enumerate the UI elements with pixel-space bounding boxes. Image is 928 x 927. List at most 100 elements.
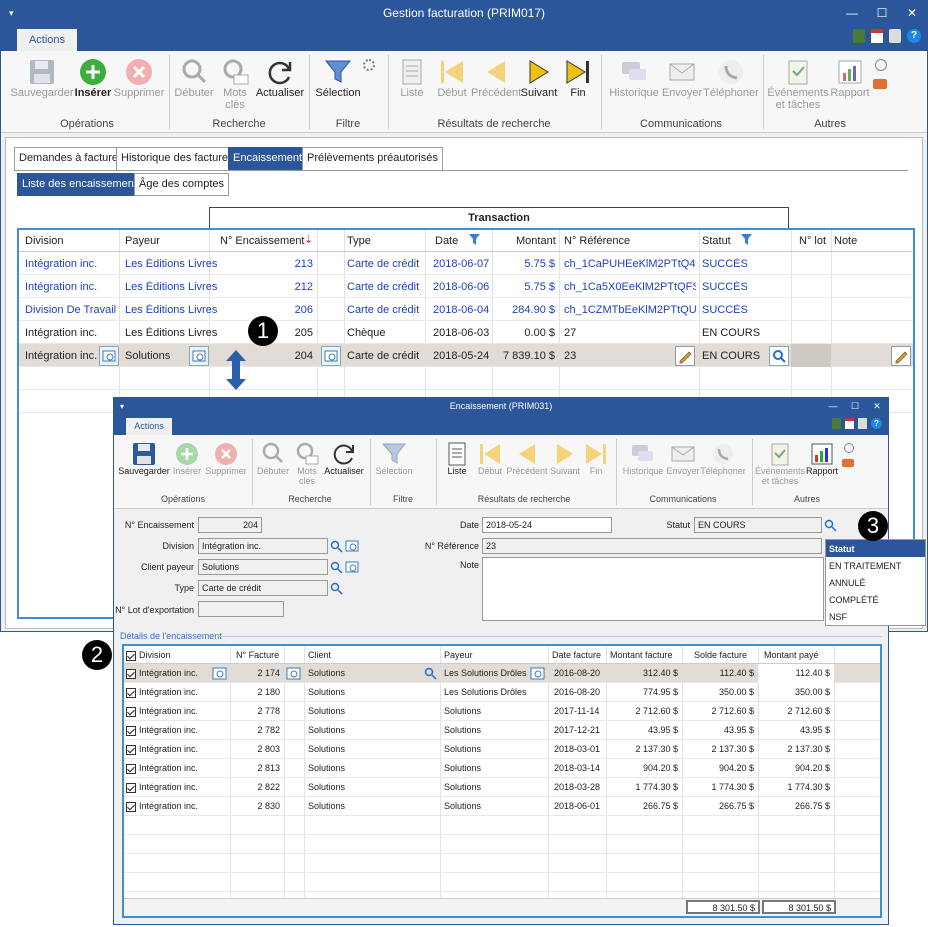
app-menu-icon[interactable]: ▾ xyxy=(120,398,124,415)
status-dropdown[interactable]: Statut EN TRAITEMENT ANNULÉ COMPLÉTÉ NSF xyxy=(825,539,926,626)
note-field[interactable] xyxy=(482,557,824,621)
insert-button[interactable]: Insérer xyxy=(73,57,113,99)
filter-icon[interactable] xyxy=(469,234,480,245)
list-button[interactable]: Liste xyxy=(393,57,431,99)
col-header-note[interactable]: Note xyxy=(834,235,857,247)
calendar-icon[interactable] xyxy=(845,418,854,429)
filter-settings-icon[interactable] xyxy=(363,59,375,71)
col-header-date[interactable]: Date xyxy=(435,235,458,247)
delete-button[interactable]: Supprimer xyxy=(113,57,165,99)
tab-actions[interactable]: Actions xyxy=(17,29,77,51)
subtab-payments-list[interactable]: Liste des encaissements xyxy=(17,173,148,196)
col-header-reference[interactable]: N° Référence xyxy=(564,235,630,247)
insert-button[interactable]: Insérer xyxy=(170,441,204,477)
lookup-icon[interactable] xyxy=(530,666,545,681)
refresh-button[interactable]: Actualiser xyxy=(255,57,305,99)
row-checkbox[interactable] xyxy=(126,744,136,755)
phone-button[interactable]: Téléphoner xyxy=(698,441,748,477)
status-search-button[interactable] xyxy=(769,346,789,366)
print-icon[interactable] xyxy=(873,79,887,89)
keywords-button[interactable]: Mots clés xyxy=(217,57,253,111)
dropdown-option[interactable]: EN TRAITEMENT xyxy=(826,557,925,574)
previous-button[interactable]: Précédent xyxy=(471,57,521,99)
status-field[interactable]: EN COURS xyxy=(694,517,822,533)
minimize-icon[interactable]: — xyxy=(822,398,844,415)
save-button[interactable]: Sauvegarder xyxy=(118,441,170,477)
col-header-invoice-number[interactable]: N° Facture xyxy=(236,650,279,660)
search-icon[interactable] xyxy=(330,582,343,595)
edit-reference-button[interactable] xyxy=(675,346,695,366)
next-button[interactable]: Suivant xyxy=(519,57,559,99)
cell-invoice-amount[interactable]: 312.40 $ xyxy=(608,668,678,678)
dropdown-option[interactable]: COMPLÉTÉ xyxy=(826,591,925,608)
maximize-icon[interactable]: ☐ xyxy=(867,1,897,25)
col-header-status[interactable]: Statut xyxy=(702,235,731,247)
tab-payments[interactable]: Encaissements xyxy=(228,147,313,171)
col-header-payment-number[interactable]: N° Encaissement xyxy=(220,235,305,247)
selection-button[interactable]: Sélection xyxy=(313,57,363,99)
row-checkbox[interactable] xyxy=(126,706,136,717)
start-search-button[interactable]: Débuter xyxy=(254,441,292,477)
division-field[interactable]: Intégration inc. xyxy=(198,538,328,554)
history-clock-icon[interactable] xyxy=(844,443,854,453)
col-header-division[interactable]: Division xyxy=(25,235,64,247)
selection-button[interactable]: Sélection xyxy=(372,441,416,477)
col-header-invoice-amount[interactable]: Montant facture xyxy=(610,650,673,660)
events-tasks-button[interactable]: Événements et tâches xyxy=(767,57,829,111)
col-header-invoice-date[interactable]: Date facture xyxy=(552,650,601,660)
search-icon[interactable] xyxy=(424,667,437,680)
payer-lookup-button[interactable] xyxy=(189,346,209,366)
col-header-payer[interactable]: Payeur xyxy=(444,650,473,660)
col-header-division[interactable]: Division xyxy=(126,650,171,661)
date-field[interactable]: 2018-05-24 xyxy=(482,517,612,533)
cell-reference[interactable]: 23 xyxy=(564,350,576,362)
cell-payer[interactable]: Les Solutions Drôles xyxy=(444,668,527,678)
search-icon[interactable] xyxy=(330,561,343,574)
cell-payer[interactable]: Solutions xyxy=(125,350,170,362)
invoice-details-grid[interactable]: Division N° Facture Client Payeur Date f… xyxy=(122,644,882,918)
cell-invoice-date[interactable]: 2016-08-20 xyxy=(554,668,600,678)
cell-type[interactable]: Carte de crédit xyxy=(347,350,419,362)
keywords-button[interactable]: Mots clés xyxy=(292,441,322,487)
lock-icon[interactable] xyxy=(858,418,867,429)
calculator-icon[interactable] xyxy=(853,29,865,43)
export-lot-field[interactable] xyxy=(198,601,284,617)
type-lookup-button[interactable] xyxy=(321,346,341,366)
tab-preauthorized[interactable]: Prélèvements préautorisés xyxy=(302,147,443,171)
first-button[interactable]: Début xyxy=(433,57,471,99)
reference-field[interactable]: 23 xyxy=(482,538,822,554)
start-search-button[interactable]: Débuter xyxy=(173,57,215,99)
row-checkbox[interactable] xyxy=(126,763,136,774)
minimize-icon[interactable]: — xyxy=(837,1,867,25)
row-checkbox[interactable] xyxy=(126,725,136,736)
history-button[interactable]: Historique xyxy=(607,57,661,99)
app-menu-icon[interactable]: ▾ xyxy=(9,1,14,25)
cell-invoice-balance[interactable]: 112.40 $ xyxy=(684,668,754,678)
filter-icon[interactable] xyxy=(741,234,752,245)
dropdown-option[interactable]: ANNULÉ xyxy=(826,574,925,591)
close-icon[interactable]: ✕ xyxy=(897,1,927,25)
cell-client[interactable]: Solutions xyxy=(308,668,345,678)
row-checkbox[interactable] xyxy=(126,782,136,793)
row-checkbox[interactable] xyxy=(126,687,136,698)
history-button[interactable]: Historique xyxy=(618,441,668,477)
send-button[interactable]: Envoyer xyxy=(661,57,703,99)
report-button[interactable]: Rapport xyxy=(804,441,840,477)
col-header-amount-paid[interactable]: Montant payé xyxy=(764,650,819,660)
search-icon[interactable] xyxy=(330,540,343,553)
subtab-account-aging[interactable]: Âge des comptes xyxy=(134,173,229,196)
cell-division[interactable]: Intégration inc. xyxy=(126,668,198,679)
last-button[interactable]: Fin xyxy=(582,441,610,477)
select-all-checkbox[interactable] xyxy=(126,650,136,661)
sort-desc-icon[interactable]: ⇣ xyxy=(304,233,313,246)
list-button[interactable]: Liste xyxy=(440,441,474,477)
close-icon[interactable]: ✕ xyxy=(866,398,888,415)
cell-amount[interactable]: 7 839.10 $ xyxy=(495,350,555,362)
dropdown-option[interactable]: NSF xyxy=(826,608,925,625)
tab-invoice-history[interactable]: Historique des factures xyxy=(116,147,239,171)
save-button[interactable]: Sauvegarder xyxy=(7,57,77,99)
calendar-icon[interactable] xyxy=(871,29,883,43)
delete-button[interactable]: Supprimer xyxy=(204,441,248,477)
cell-division[interactable]: Intégration inc. xyxy=(25,350,97,362)
cell-amount-paid[interactable]: 112.40 $ xyxy=(760,668,830,678)
